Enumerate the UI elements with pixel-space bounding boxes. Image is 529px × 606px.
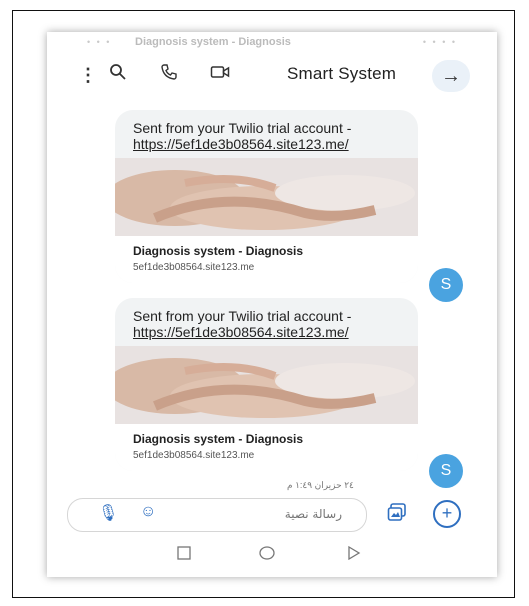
phone-screen: • • • Diagnosis system - Diagnosis • • •…	[47, 32, 497, 577]
link-preview-card[interactable]: Diagnosis system - Diagnosis 5ef1de3b085…	[115, 424, 418, 471]
preview-title: Diagnosis system - Diagnosis	[133, 432, 304, 446]
message-text: Sent from your Twilio trial account - ht…	[115, 298, 418, 346]
recents-icon[interactable]	[177, 546, 191, 565]
message-bubble[interactable]: Sent from your Twilio trial account - ht…	[115, 110, 418, 283]
link-preview-card[interactable]: Diagnosis system - Diagnosis 5ef1de3b085…	[115, 236, 418, 283]
avatar[interactable]: S	[429, 454, 463, 488]
message-composer: 🎙︎ ☺	[67, 498, 367, 532]
preview-url: 5ef1de3b08564.site123.me	[133, 450, 255, 461]
conversation-header: ⋮ Smart System →	[47, 54, 497, 98]
preview-url: 5ef1de3b08564.site123.me	[133, 262, 255, 273]
message-text: Sent from your Twilio trial account - ht…	[115, 110, 418, 158]
home-icon[interactable]	[259, 546, 275, 565]
message-link[interactable]: https://5ef1de3b08564.site123.me/	[133, 136, 349, 152]
contact-name: Smart System	[287, 64, 397, 83]
status-icons-left: • • •	[87, 37, 112, 47]
arrow-right-icon[interactable]: →	[432, 60, 470, 92]
back-icon[interactable]	[347, 545, 361, 565]
status-bar: • • • Diagnosis system - Diagnosis • • •…	[47, 32, 497, 54]
status-icons-right: • • • •	[422, 37, 457, 47]
link-preview-image[interactable]	[115, 346, 418, 424]
message-body: Sent from your Twilio trial account -	[133, 308, 352, 324]
status-ghost-title: Diagnosis system - Diagnosis	[135, 36, 291, 48]
link-preview-image[interactable]	[115, 158, 418, 236]
message-link[interactable]: https://5ef1de3b08564.site123.me/	[133, 324, 349, 340]
message-input[interactable]	[190, 506, 344, 522]
phone-icon[interactable]	[160, 62, 178, 88]
gallery-icon[interactable]	[387, 502, 407, 527]
video-icon[interactable]	[210, 62, 230, 88]
mic-icon[interactable]: 🎙︎	[98, 503, 118, 523]
avatar[interactable]: S	[429, 268, 463, 302]
search-icon[interactable]	[109, 62, 127, 88]
more-vert-icon[interactable]: ⋮	[79, 62, 97, 88]
add-attachment-icon[interactable]: +	[433, 500, 461, 528]
message-bubble[interactable]: Sent from your Twilio trial account - ht…	[115, 298, 418, 471]
emoji-icon[interactable]: ☺	[140, 503, 156, 521]
message-timestamp: ٢٤ حزيران ١:٤٩ م	[287, 480, 354, 490]
system-nav-bar	[47, 540, 497, 574]
preview-title: Diagnosis system - Diagnosis	[133, 244, 304, 258]
message-body: Sent from your Twilio trial account -	[133, 120, 352, 136]
